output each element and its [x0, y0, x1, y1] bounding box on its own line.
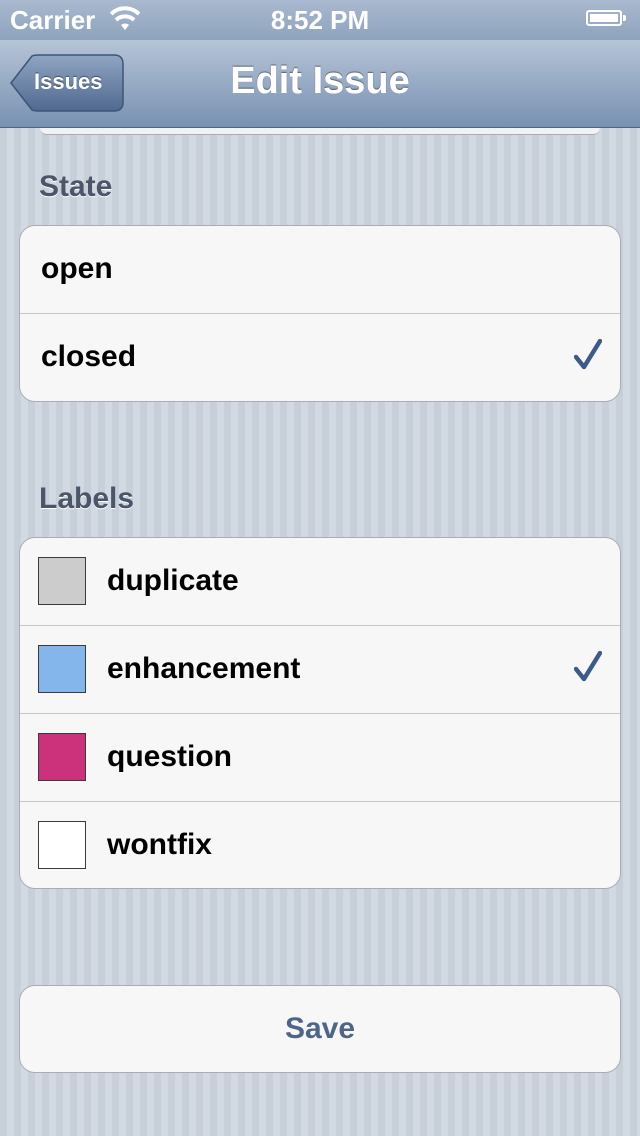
label-item-wontfix[interactable]: wontfix: [20, 802, 620, 888]
labels-section-header: Labels: [39, 482, 135, 515]
previous-group-edge: [40, 128, 600, 135]
label-item-name: question: [107, 740, 232, 773]
state-option-label: open: [41, 252, 113, 285]
page-title: Edit Issue: [230, 60, 410, 102]
label-color-swatch: [38, 733, 86, 781]
label-item-question[interactable]: question: [20, 714, 620, 802]
battery-icon: [586, 10, 626, 26]
label-color-swatch: [38, 821, 86, 869]
clock-time: 8:52 PM: [270, 5, 370, 35]
checkmark-icon: [574, 651, 602, 682]
label-color-swatch: [38, 645, 86, 693]
status-bar: Carrier 8:52 PM: [0, 0, 640, 40]
navigation-bar: Issues Edit Issue: [0, 40, 640, 128]
label-item-enhancement[interactable]: enhancement: [20, 626, 620, 714]
label-color-swatch: [38, 557, 86, 605]
state-option-closed[interactable]: closed: [20, 314, 620, 401]
label-item-name: wontfix: [107, 828, 212, 861]
label-item-name: duplicate: [107, 564, 239, 597]
state-option-label: closed: [41, 340, 137, 373]
label-item-duplicate[interactable]: duplicate: [20, 538, 620, 626]
state-options-group: open closed: [19, 225, 621, 402]
checkmark-icon: [574, 339, 602, 370]
state-option-open[interactable]: open: [20, 226, 620, 314]
state-section-header: State: [39, 170, 113, 203]
labels-group: duplicate enhancement question wontfix: [19, 537, 621, 889]
label-item-name: enhancement: [107, 652, 301, 685]
save-button[interactable]: Save: [19, 985, 621, 1073]
